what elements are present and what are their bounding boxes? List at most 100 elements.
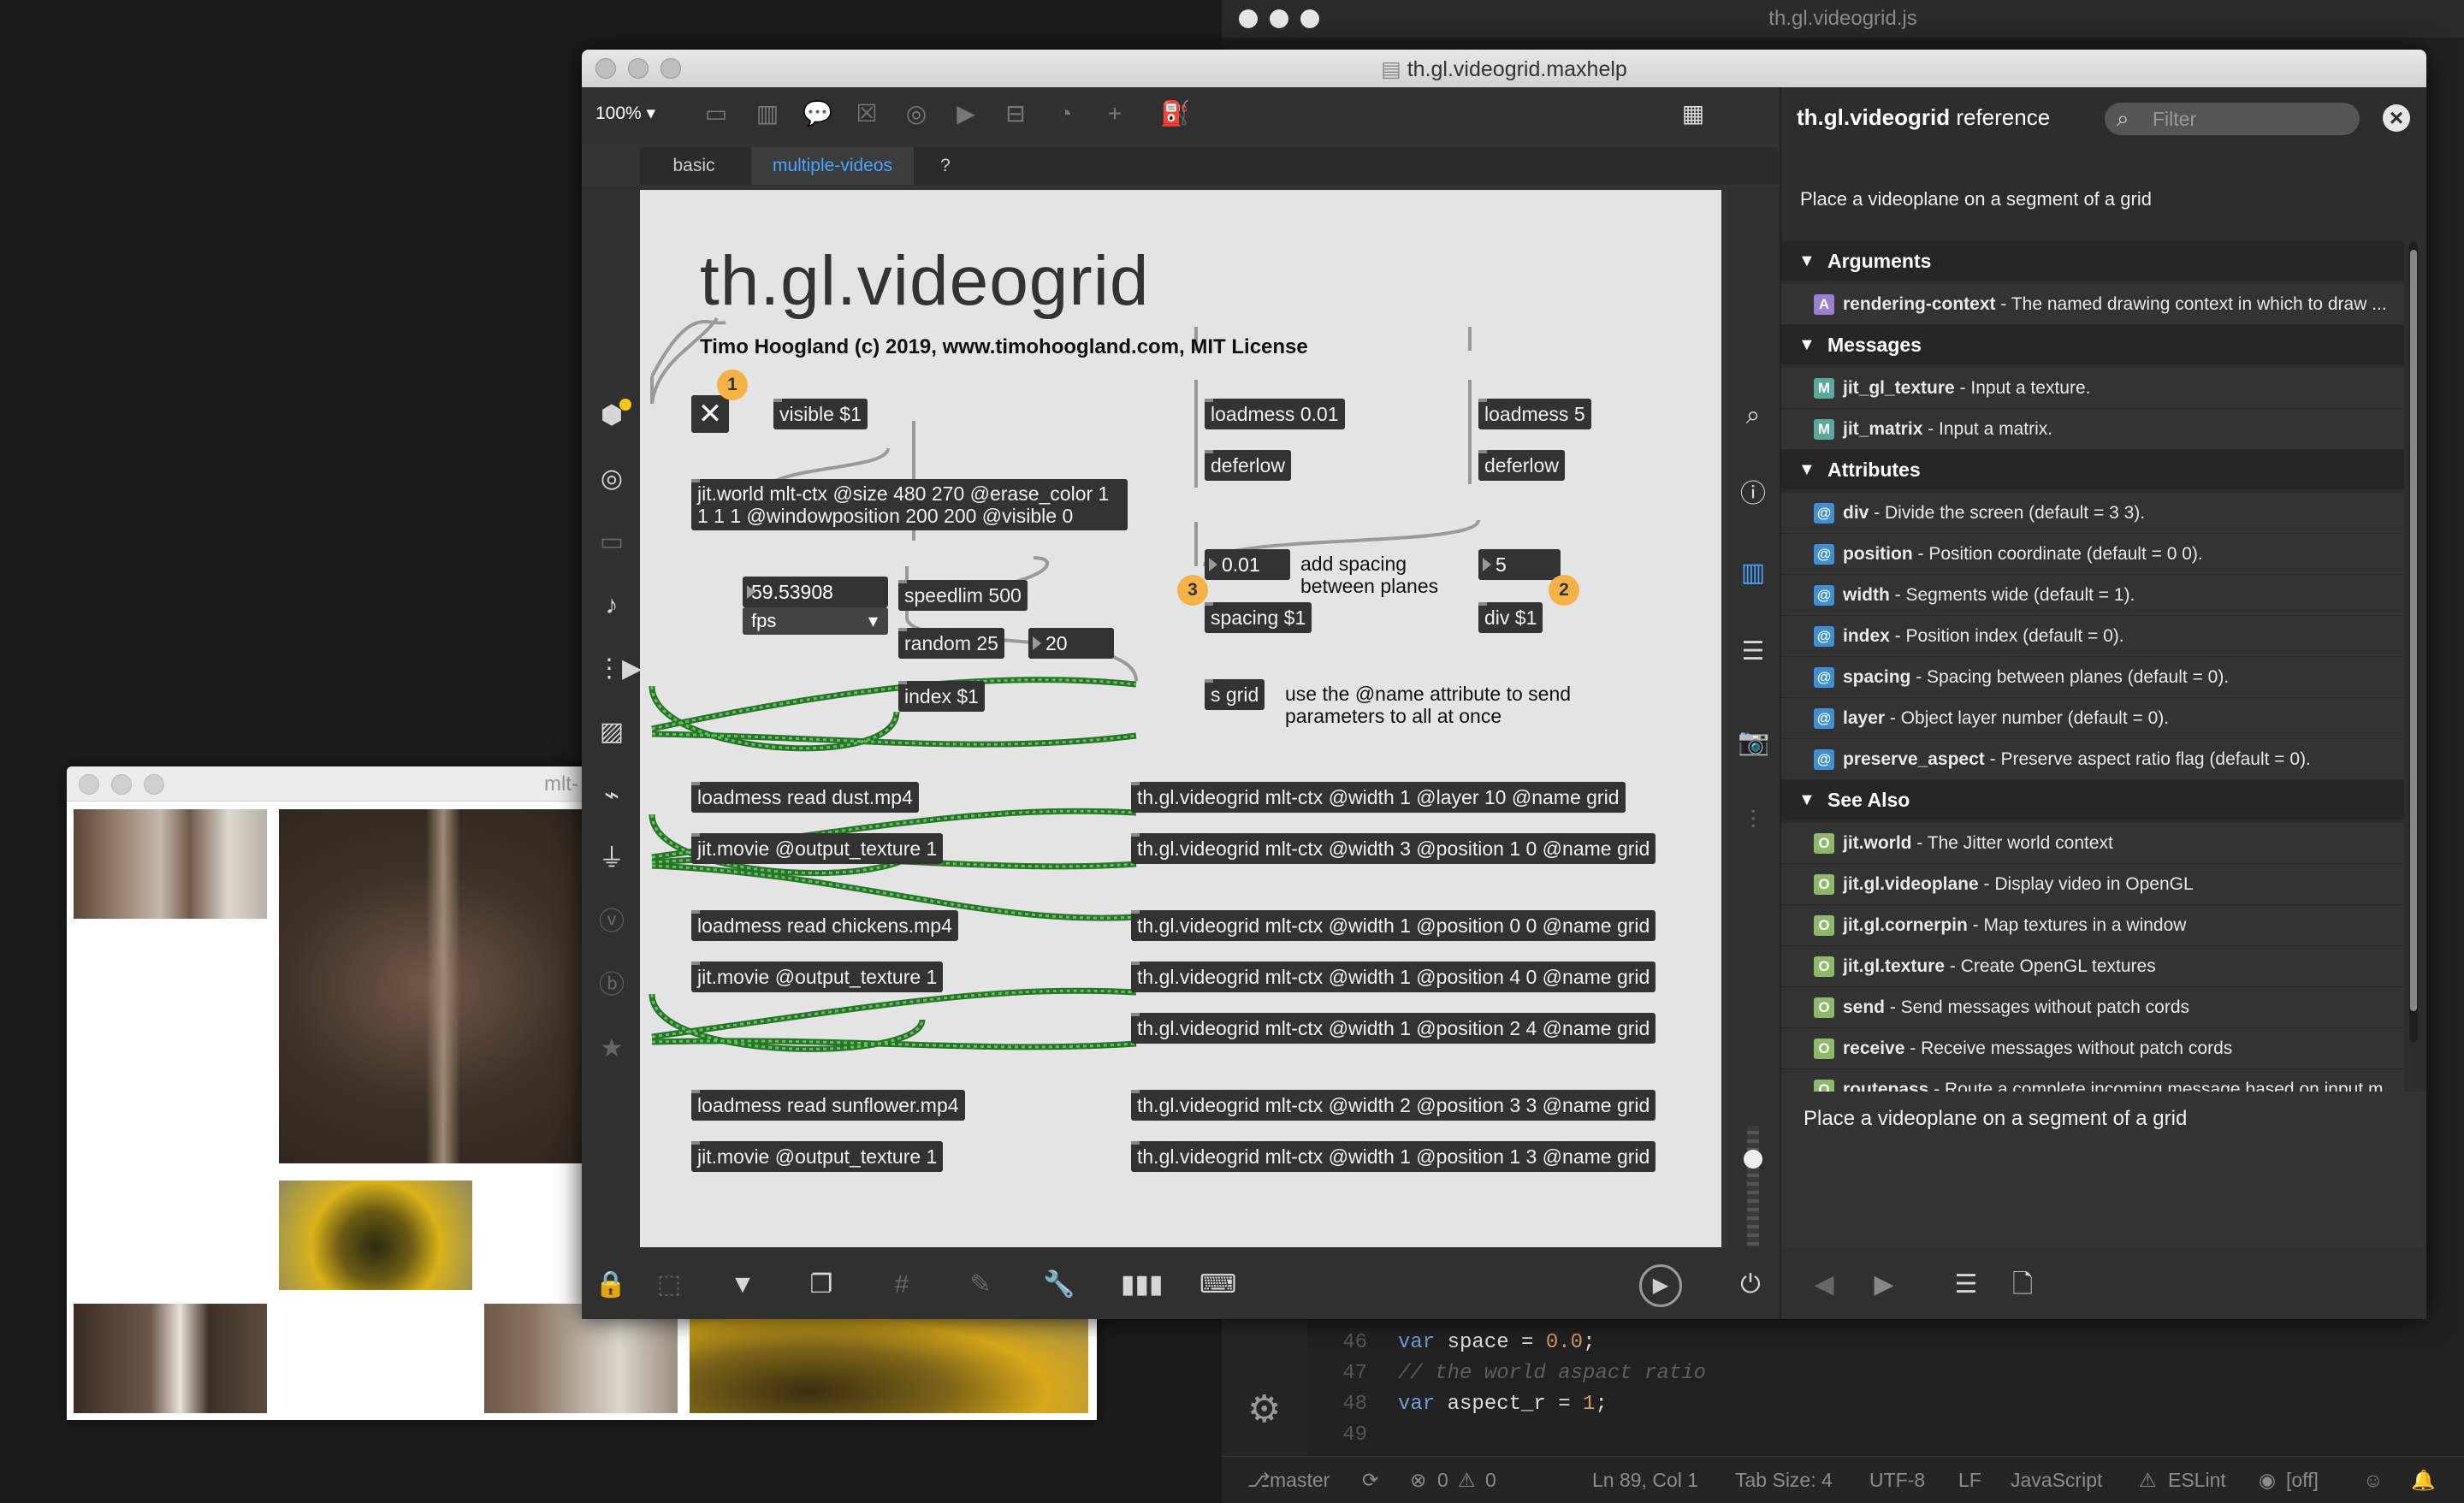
div-message[interactable]: div $1 — [1478, 602, 1543, 633]
send-grid-object[interactable]: s grid — [1205, 679, 1265, 710]
wrench-icon[interactable]: 🔧 — [1042, 1268, 1076, 1302]
spacing-message[interactable]: spacing $1 — [1205, 602, 1312, 633]
cursor-position[interactable]: Ln 89, Col 1 — [1592, 1469, 1698, 1492]
fps-number[interactable]: 59.53908 — [743, 577, 888, 607]
speedlim-object[interactable]: speedlim 500 — [898, 580, 1028, 611]
minimize-dot[interactable] — [111, 774, 132, 795]
loadmess-dust[interactable]: loadmess read dust.mp4 — [691, 782, 919, 813]
edit-cursor-icon[interactable]: ⬚ — [652, 1268, 686, 1302]
reference-item[interactable]: @ width - Segments wide (default = 1). — [1781, 575, 2404, 616]
info-icon[interactable]: ⓘ — [1738, 479, 1768, 510]
div-number[interactable]: 5 — [1478, 549, 1561, 580]
number-icon[interactable]: ▶ — [951, 99, 980, 128]
dial-icon[interactable]: ◔ — [1051, 99, 1080, 128]
jit-world-object[interactable]: jit.world mlt-ctx @size 480 270 @erase_c… — [691, 479, 1128, 530]
b-circle-icon[interactable]: ⓑ — [596, 970, 627, 1001]
videogrid-object-2[interactable]: th.gl.videogrid mlt-ctx @width 3 @positi… — [1131, 833, 1656, 864]
reference-item[interactable]: @ index - Position index (default = 0). — [1781, 616, 2404, 657]
reference-item[interactable]: @ div - Divide the screen (default = 3 3)… — [1781, 493, 2404, 534]
reference-scrollbar[interactable] — [2409, 241, 2418, 1042]
camera-icon[interactable]: 📷 — [1738, 727, 1769, 758]
reference-item[interactable]: Mjit_matrix - Input a matrix. — [1781, 409, 2404, 450]
debug-icon[interactable]: ✎ — [963, 1268, 998, 1302]
button-icon[interactable]: ◎ — [902, 99, 931, 128]
index-message[interactable]: index $1 — [898, 681, 985, 712]
mixer-icon[interactable]: ⫶ — [1738, 806, 1768, 837]
videogrid-object-6[interactable]: th.gl.videogrid mlt-ctx @width 2 @positi… — [1131, 1090, 1656, 1121]
reference-item[interactable]: @ spacing - Spacing between planes (defau… — [1781, 657, 2404, 698]
toggle-icon[interactable]: ☒ — [852, 99, 881, 128]
piano-icon[interactable]: ▮▮▮ — [1121, 1268, 1164, 1302]
reference-item[interactable]: Mjit_gl_texture - Input a texture. — [1781, 368, 2404, 409]
reference-item[interactable]: Ojit.world - The Jitter world context — [1781, 823, 2404, 864]
patcher-canvas[interactable]: th.gl.videogrid Timo Hoogland (c) 2019, … — [640, 190, 1721, 1247]
warning-icon[interactable]: ⚠ — [1458, 1469, 1476, 1492]
videogrid-object-1[interactable]: th.gl.videogrid mlt-ctx @width 1 @layer … — [1131, 782, 1626, 813]
disclosure-triangle-icon[interactable]: ▼ — [1798, 450, 1815, 489]
jit-movie-dust[interactable]: jit.movie @output_texture 1 — [691, 833, 944, 864]
line-ending[interactable]: LF — [1958, 1469, 1981, 1492]
reference-item[interactable]: @ preserve_aspect - Preserve aspect ratio… — [1781, 739, 2404, 780]
back-arrow-icon[interactable]: ◀ — [1807, 1268, 1841, 1302]
reference-item[interactable]: Oreceive - Receive messages without patc… — [1781, 1028, 2404, 1069]
image-icon[interactable]: ▨ — [596, 717, 627, 748]
reference-item[interactable]: Ojit.gl.cornerpin - Map textures in a wi… — [1781, 905, 2404, 946]
zoom-menu[interactable]: 100% ▾ — [595, 103, 655, 124]
windows-icon[interactable]: ❐ — [804, 1268, 838, 1302]
disclosure-triangle-icon[interactable]: ▼ — [1798, 241, 1815, 281]
tab-question[interactable]: ? — [915, 147, 975, 185]
language-mode[interactable]: JavaScript — [2011, 1469, 2102, 1492]
eslint-warning-icon[interactable]: ⚠ — [2139, 1469, 2157, 1492]
grid-snap-icon[interactable]: # — [885, 1268, 919, 1302]
loadmess-spacing[interactable]: loadmess 0.01 — [1205, 399, 1345, 429]
reference-item[interactable]: Ojit.gl.videoplane - Display video in Op… — [1781, 864, 2404, 905]
section-header-messages[interactable]: ▼ Messages — [1781, 325, 2404, 364]
deferlow-div[interactable]: deferlow — [1478, 450, 1565, 481]
v-circle-icon[interactable]: ⓥ — [596, 907, 627, 938]
play-list-icon[interactable]: ⋮▶ — [596, 654, 642, 684]
volume-slider-knob[interactable] — [1744, 1150, 1762, 1169]
forward-arrow-icon[interactable]: ▶ — [1867, 1268, 1901, 1302]
presentation-icon[interactable]: ▭ — [596, 527, 627, 558]
reference-panel-icon[interactable]: ▥ — [1738, 558, 1768, 589]
add-icon[interactable]: + — [1100, 99, 1129, 128]
videogrid-object-4[interactable]: th.gl.videogrid mlt-ctx @width 1 @positi… — [1131, 962, 1656, 992]
transport-play-icon[interactable]: ▶ — [1639, 1264, 1682, 1307]
scroll-thumb[interactable] — [2410, 250, 2417, 1011]
paperclip-icon[interactable]: ⌁ — [596, 780, 627, 811]
deferlow-spacing[interactable]: deferlow — [1205, 450, 1291, 481]
reference-item[interactable]: @ position - Position coordinate (default… — [1781, 534, 2404, 575]
videogrid-object-3[interactable]: th.gl.videogrid mlt-ctx @width 1 @positi… — [1131, 910, 1656, 941]
smiley-icon[interactable]: ☺ — [2363, 1469, 2383, 1492]
loadmess-chickens[interactable]: loadmess read chickens.mp4 — [691, 910, 958, 941]
warning-count[interactable]: 0 — [1485, 1469, 1496, 1492]
visible-toggle[interactable]: ✕ — [691, 395, 729, 433]
menu-icon[interactable]: ☰ — [1949, 1268, 1983, 1302]
presentation-mode-icon[interactable]: ▼ — [726, 1268, 760, 1302]
message-icon[interactable]: ▥ — [753, 99, 782, 128]
star-icon[interactable]: ★ — [596, 1033, 627, 1064]
gear-icon[interactable]: ⚙ — [1247, 1388, 1281, 1431]
reference-item[interactable]: Osend - Send messages without patch cord… — [1781, 987, 2404, 1028]
jit-movie-chickens[interactable]: jit.movie @output_texture 1 — [691, 962, 944, 992]
loadmess-div[interactable]: loadmess 5 — [1478, 399, 1591, 429]
loadmess-sunflower[interactable]: loadmess read sunflower.mp4 — [691, 1090, 965, 1121]
close-icon[interactable]: × — [2383, 104, 2410, 132]
lock-icon[interactable]: 🔒 — [594, 1268, 628, 1302]
error-count[interactable]: 0 — [1437, 1469, 1448, 1492]
list-icon[interactable]: ☰ — [1738, 636, 1768, 667]
live-off-label[interactable]: [off] — [2286, 1469, 2319, 1492]
bell-icon[interactable]: 🔔 — [2411, 1469, 2436, 1492]
tab-size[interactable]: Tab Size: 4 — [1735, 1469, 1833, 1492]
section-header-attributes[interactable]: ▼ Attributes — [1781, 450, 2404, 489]
document-icon[interactable]: 🗋 — [2005, 1268, 2040, 1302]
sync-icon[interactable]: ⟳ — [1362, 1469, 1378, 1492]
random-output-number[interactable]: 20 — [1028, 628, 1114, 659]
eslint-label[interactable]: ESLint — [2168, 1469, 2226, 1492]
videogrid-object-5[interactable]: th.gl.videogrid mlt-ctx @width 1 @positi… — [1131, 1013, 1656, 1044]
tab-basic[interactable]: basic — [640, 147, 748, 185]
fps-menu[interactable]: fps ▾ — [743, 607, 888, 635]
close-dot[interactable] — [79, 774, 99, 795]
encoding[interactable]: UTF-8 — [1869, 1469, 1925, 1492]
random-object[interactable]: random 25 — [898, 628, 1004, 659]
